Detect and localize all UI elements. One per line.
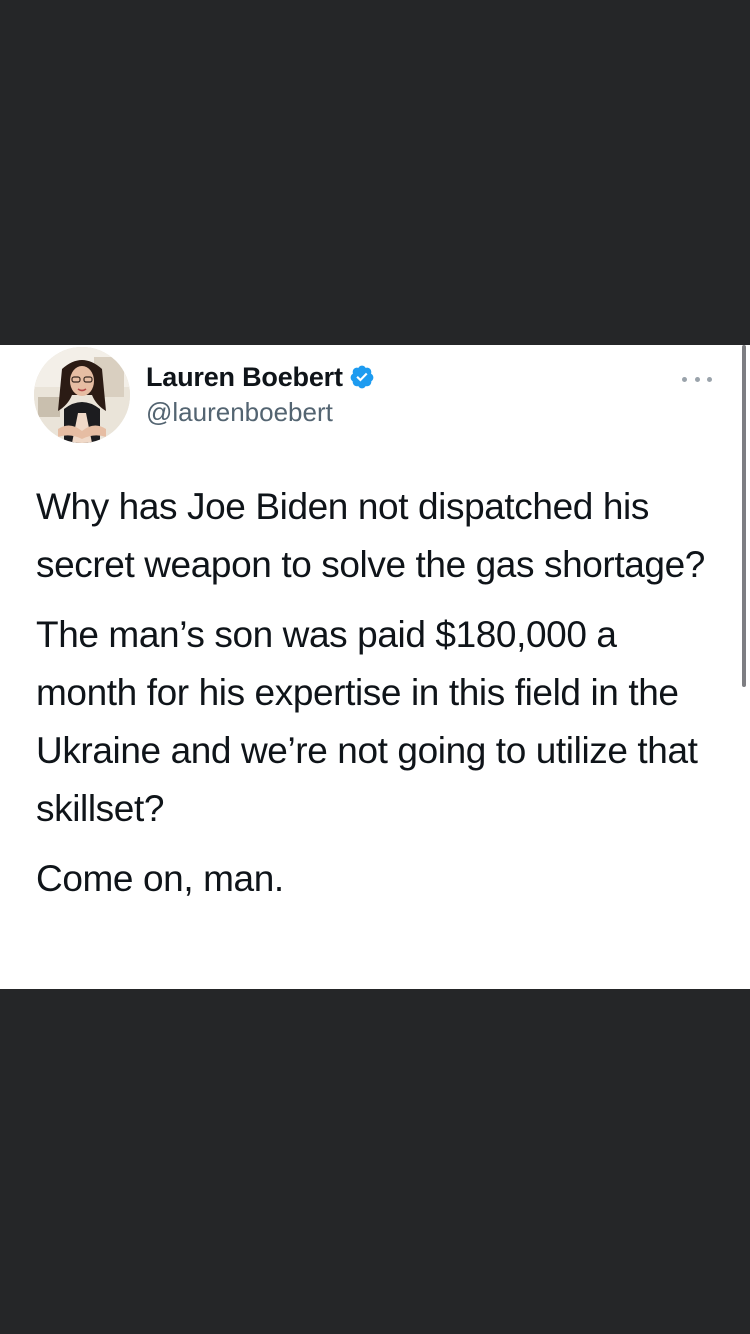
tweet-paragraph: Come on, man. [36,858,284,899]
avatar[interactable] [34,347,130,443]
top-dark-background [0,0,750,345]
author-name-row: Lauren Boebert [146,359,375,395]
more-options-icon[interactable] [682,373,712,385]
bottom-dark-background [0,989,750,1334]
tweet-card: Lauren Boebert @laurenboebert Why has Jo… [0,345,750,989]
tweet-author: Lauren Boebert @laurenboebert [146,359,375,428]
tweet-paragraph: The man’s son was paid $180,000 a month … [36,614,698,829]
dot [694,376,700,382]
tweet-paragraph: Why has Joe Biden not dispatched his sec… [36,486,705,585]
display-name[interactable]: Lauren Boebert [146,362,343,393]
avatar-image [34,347,130,443]
tweet-text: Why has Joe Biden not dispatched his sec… [36,478,726,920]
dot [707,376,712,382]
verified-badge-icon [349,364,375,390]
scrollbar[interactable] [742,345,746,687]
dot [682,376,687,382]
author-handle[interactable]: @laurenboebert [146,397,375,428]
